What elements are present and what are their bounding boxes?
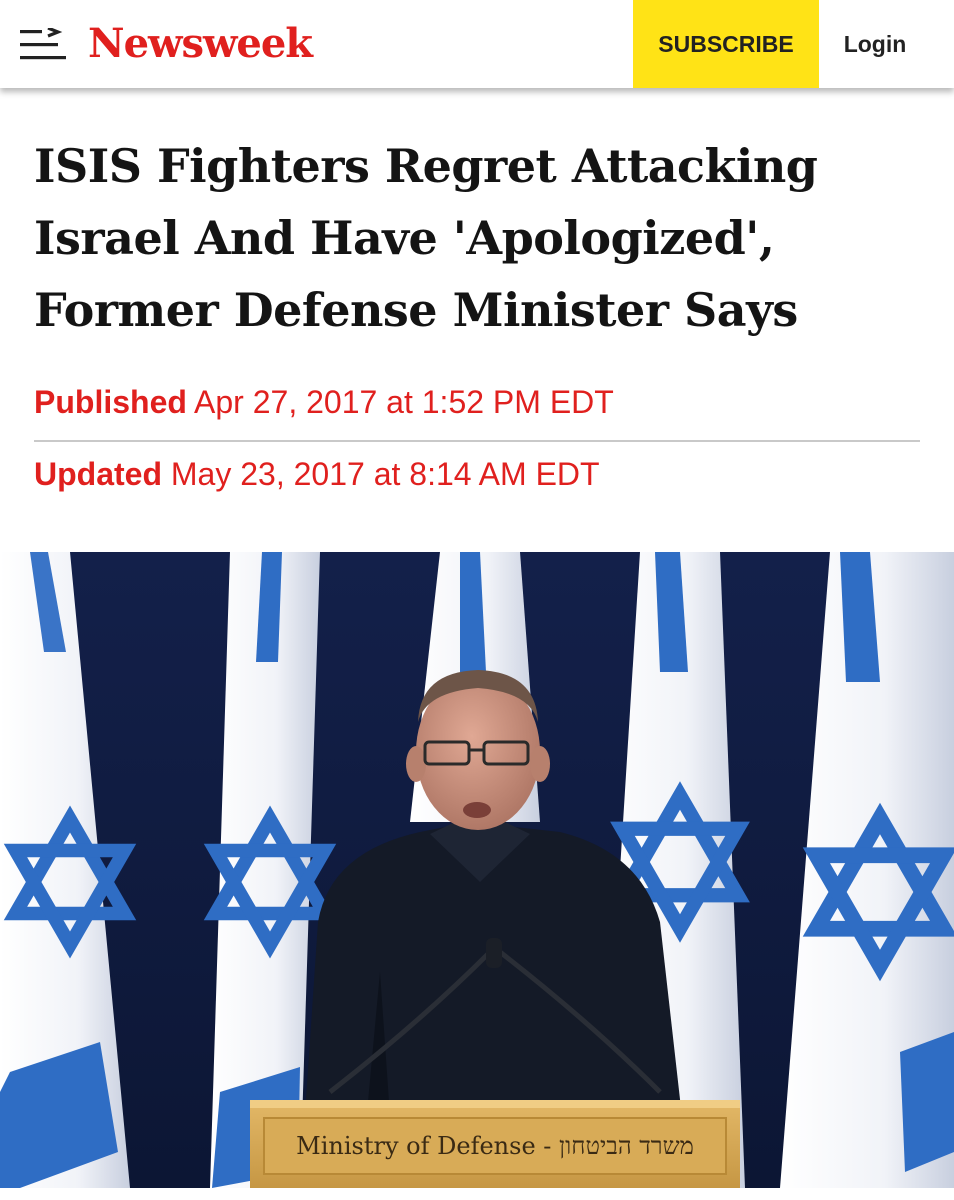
published-value: Apr 27, 2017 at 1:52 PM EDT [194, 384, 614, 420]
top-navigation-bar: Newsweek SUBSCRIBE Login [0, 0, 954, 88]
published-label: Published [34, 384, 187, 420]
subscribe-button[interactable]: SUBSCRIBE [633, 0, 819, 88]
published-date: Published Apr 27, 2017 at 1:52 PM EDT [34, 384, 614, 421]
podium: Ministry of Defense - משרד הביטחון [250, 1100, 740, 1188]
updated-label: Updated [34, 456, 162, 492]
article-hero-image[interactable]: Ministry of Defense - משרד הביטחון [0, 552, 954, 1188]
login-button[interactable]: Login [819, 0, 931, 88]
menu-icon[interactable] [20, 26, 70, 62]
article-headline: ISIS Fighters Regret Attacking Israel An… [34, 139, 818, 337]
updated-value: May 23, 2017 at 8:14 AM EDT [170, 456, 600, 492]
date-divider [34, 440, 920, 442]
newsweek-logo[interactable]: Newsweek [88, 18, 313, 70]
updated-date: Updated May 23, 2017 at 8:14 AM EDT [34, 456, 600, 493]
podium-label: Ministry of Defense - משרד הביטחון [296, 1132, 694, 1160]
